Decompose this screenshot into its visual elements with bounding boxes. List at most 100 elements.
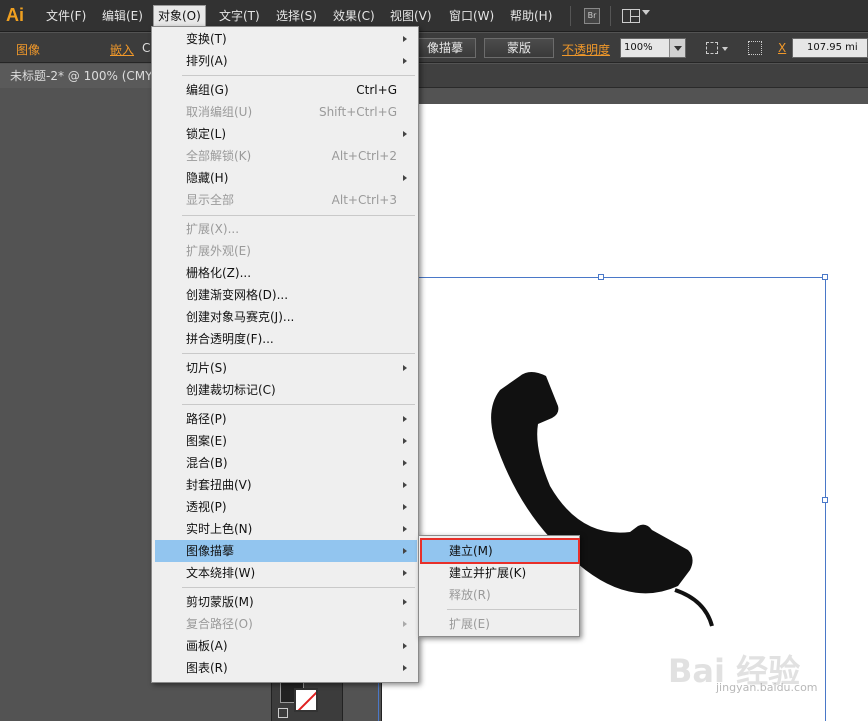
menu-item-blend[interactable]: 混合(B) [155,452,417,474]
document-tab[interactable]: 未标题-2* @ 100% (CMY [0,64,160,88]
menu-item-label: 扩展(X)... [186,222,240,236]
menu-separator [447,609,577,610]
default-colors-icon[interactable] [278,708,288,718]
menu-item-artboards[interactable]: 画板(A) [155,635,417,657]
menu-item-clipping-mask[interactable]: 剪切蒙版(M) [155,591,417,613]
menu-item-label: 拼合透明度(F)... [186,332,274,346]
opacity-input[interactable]: 100% [620,38,686,58]
workspace-layout-icon[interactable] [622,9,640,23]
menu-item-perspective[interactable]: 透视(P) [155,496,417,518]
menu-item-shortcut: Alt+Ctrl+2 [331,149,397,163]
menu-separator [182,215,415,216]
menu-type[interactable]: 文字(T) [219,7,260,25]
submenu-arrow-icon [403,482,407,488]
menu-item-expand-appearance: 扩展外观(E) [155,240,417,262]
chevron-down-icon[interactable] [669,39,685,57]
menu-item-show-all: 显示全部 Alt+Ctrl+3 [155,189,417,211]
image-trace-submenu: 建立(M) 建立并扩展(K) 释放(R) 扩展(E) [418,535,580,637]
submenu-arrow-icon [403,621,407,627]
menu-item-label: 取消编组(U) [186,105,253,119]
menu-help[interactable]: 帮助(H) [510,7,552,25]
menu-item-shortcut: Shift+Ctrl+G [318,105,397,119]
submenu-arrow-icon [403,665,407,671]
menu-item-label: 画板(A) [186,639,228,653]
submenu-arrow-icon [403,570,407,576]
image-trace-button[interactable]: 像描摹 [414,38,476,58]
control-bar: 图像 嵌入 C 像描摹 蒙版 不透明度 100% X 107.95 mi [0,33,868,63]
menu-item-ungroup: 取消编组(U) Shift+Ctrl+G [155,101,417,123]
menu-item-image-trace[interactable]: 图像描摹 [155,540,417,562]
submenu-arrow-icon [403,643,407,649]
menu-item-label: 切片(S) [186,361,227,375]
submenu-arrow-icon [403,58,407,64]
menu-item-label: 混合(B) [186,456,228,470]
menu-item-object-mosaic[interactable]: 创建对象马赛克(J)... [155,306,417,328]
embed-link[interactable]: 嵌入 [110,41,134,58]
document-tab-bar: 未标题-2* @ 100% (CMY [0,64,868,88]
menu-separator [182,353,415,354]
menu-item-label: 扩展(E) [449,617,490,631]
menu-item-label: 图表(R) [186,661,228,675]
align-icon[interactable] [706,42,718,54]
selection-handle[interactable] [598,274,604,280]
submenu-item-make[interactable]: 建立(M) [420,538,580,564]
menu-item-path[interactable]: 路径(P) [155,408,417,430]
menu-file[interactable]: 文件(F) [46,7,86,25]
menu-separator [182,587,415,588]
bridge-icon[interactable]: Br [584,8,600,24]
menu-item-transform[interactable]: 变换(T) [155,28,417,50]
chevron-down-icon[interactable] [722,47,728,51]
menu-item-label: 创建裁切标记(C) [186,383,276,397]
menu-item-label: 隐藏(H) [186,171,229,185]
menu-item-lock[interactable]: 锁定(L) [155,123,417,145]
menu-item-label: 全部解锁(K) [186,149,252,163]
submenu-arrow-icon [403,548,407,554]
selection-handle[interactable] [822,274,828,280]
submenu-arrow-icon [403,504,407,510]
menu-item-slice[interactable]: 切片(S) [155,357,417,379]
x-position-input[interactable]: 107.95 mi [792,38,868,58]
image-label: 图像 [16,43,41,57]
menu-item-label: 变换(T) [186,32,227,46]
menu-item-arrange[interactable]: 排列(A) [155,50,417,72]
menu-item-hide[interactable]: 隐藏(H) [155,167,417,189]
object-menu-dropdown: 变换(T) 排列(A) 编组(G) Ctrl+G 取消编组(U) Shift+Ctr… [151,26,419,683]
submenu-arrow-icon [403,460,407,466]
submenu-arrow-icon [403,416,407,422]
menu-effect[interactable]: 效果(C) [333,7,375,25]
menu-item-shortcut: Ctrl+G [356,83,397,97]
menu-item-rasterize[interactable]: 栅格化(Z)... [155,262,417,284]
menu-item-label: 创建对象马赛克(J)... [186,310,295,324]
menu-item-compound-path: 复合路径(O) [155,613,417,635]
menubar-divider [570,6,571,26]
menu-item-live-paint[interactable]: 实时上色(N) [155,518,417,540]
embed-trailing-text: C [142,41,151,55]
submenu-item-make-and-expand[interactable]: 建立并扩展(K) [422,562,578,584]
menu-select[interactable]: 选择(S) [276,7,317,25]
selection-handle[interactable] [822,497,828,503]
menu-item-label: 剪切蒙版(M) [186,595,254,609]
menu-item-graph[interactable]: 图表(R) [155,657,417,679]
opacity-label[interactable]: 不透明度 [562,41,610,58]
menu-item-pattern[interactable]: 图案(E) [155,430,417,452]
submenu-arrow-icon [403,131,407,137]
menu-item-gradient-mesh[interactable]: 创建渐变网格(D)... [155,284,417,306]
menu-item-group[interactable]: 编组(G) Ctrl+G [155,79,417,101]
menu-object[interactable]: 对象(O) [153,5,206,27]
mask-button[interactable]: 蒙版 [484,38,554,58]
menu-item-flatten-transparency[interactable]: 拼合透明度(F)... [155,328,417,350]
menu-window[interactable]: 窗口(W) [449,7,494,25]
menu-item-envelope-distort[interactable]: 封套扭曲(V) [155,474,417,496]
menu-item-expand: 扩展(X)... [155,218,417,240]
reference-point-icon[interactable] [748,41,762,55]
chevron-down-icon[interactable] [642,10,650,15]
menu-edit[interactable]: 编辑(E) [102,7,143,25]
submenu-item-release: 释放(R) [422,584,578,606]
stroke-swatch[interactable] [294,688,318,712]
menu-item-trim-marks[interactable]: 创建裁切标记(C) [155,379,417,401]
menu-item-label: 透视(P) [186,500,227,514]
menu-item-text-wrap[interactable]: 文本绕排(W) [155,562,417,584]
menu-view[interactable]: 视图(V) [390,7,432,25]
x-label: X [778,41,787,55]
submenu-arrow-icon [403,36,407,42]
